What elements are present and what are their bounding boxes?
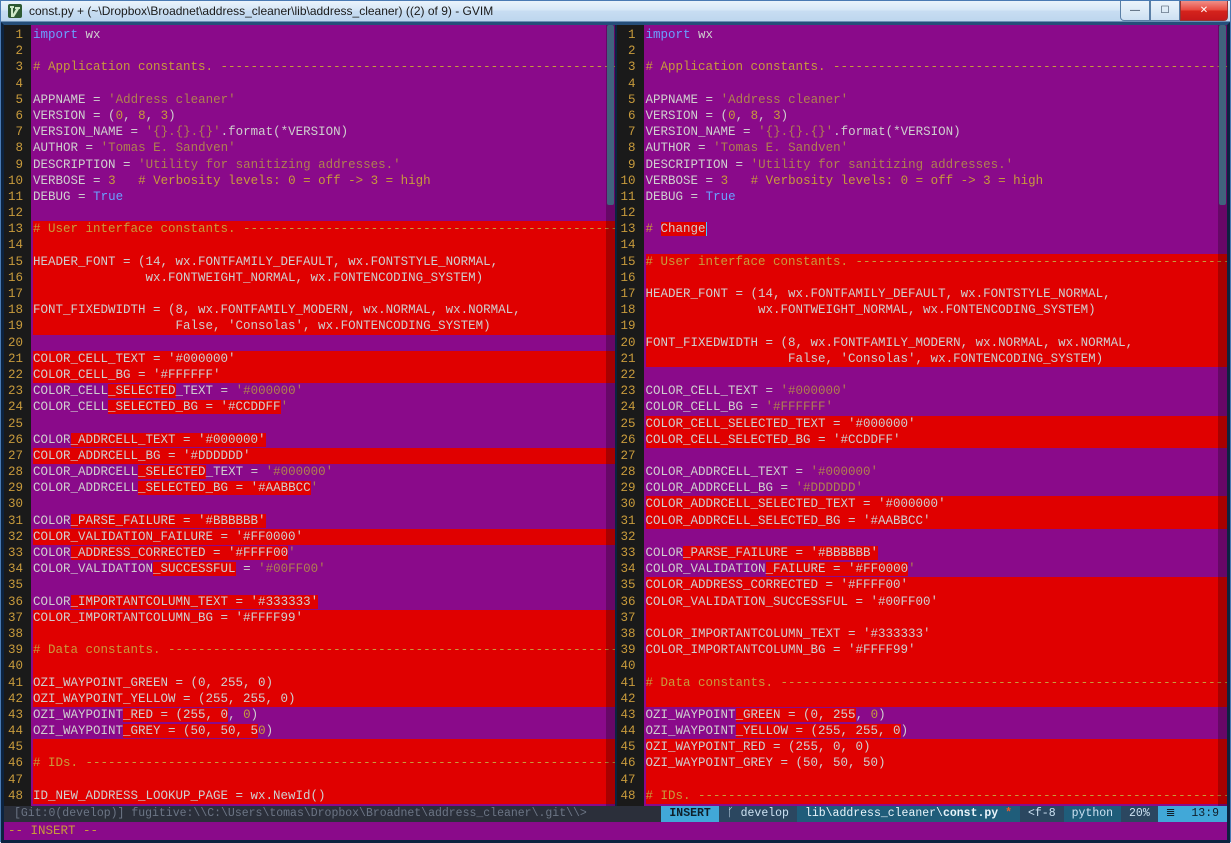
path-seg: lib\address_cleaner\const.py * <box>797 806 1020 822</box>
statusline: [Git:0(develop)] fugitive:\\C:\Users\tom… <box>4 806 1227 822</box>
maximize-button[interactable]: ☐ <box>1150 1 1180 21</box>
command-line[interactable]: -- INSERT -- <box>4 822 1227 840</box>
gutter-right: 1234567891011121314151617181920212223242… <box>617 25 644 806</box>
titlebar[interactable]: const.py + (~\Dropbox\Broadnet\address_c… <box>1 1 1230 22</box>
branch-seg: ᚴ develop <box>719 806 797 822</box>
gutter-left: 1234567891011121314151617181920212223242… <box>4 25 31 806</box>
code-right[interactable]: import wx # Application constants. -----… <box>644 25 1227 806</box>
status-left-git: [Git:0(develop)] fugitive:\\C:\Users\tom… <box>4 806 595 822</box>
mode-indicator: INSERT <box>661 806 718 822</box>
window-title: const.py + (~\Dropbox\Broadnet\address_c… <box>29 4 1120 18</box>
scrollbar-right[interactable] <box>1218 25 1227 806</box>
scrollbar-left[interactable] <box>606 25 615 806</box>
close-button[interactable]: ✕ <box>1180 1 1228 21</box>
editor-area: 1234567891011121314151617181920212223242… <box>1 22 1230 843</box>
enc-seg: <f-8 <box>1020 806 1064 822</box>
app-window: const.py + (~\Dropbox\Broadnet\address_c… <box>0 0 1231 842</box>
ln-icon: ≣ <box>1158 806 1184 822</box>
pct-seg: 20% <box>1121 806 1158 822</box>
code-left[interactable]: import wx # Application constants. -----… <box>31 25 614 806</box>
ft-seg: python <box>1064 806 1121 822</box>
linecol-seg: 13:9 <box>1183 806 1227 822</box>
left-pane[interactable]: 1234567891011121314151617181920212223242… <box>4 25 615 806</box>
window-buttons: — ☐ ✕ <box>1120 1 1228 21</box>
minimize-button[interactable]: — <box>1120 1 1150 21</box>
right-pane[interactable]: 1234567891011121314151617181920212223242… <box>615 25 1228 806</box>
gvim-icon <box>7 3 23 19</box>
split-view: 1234567891011121314151617181920212223242… <box>4 25 1227 806</box>
